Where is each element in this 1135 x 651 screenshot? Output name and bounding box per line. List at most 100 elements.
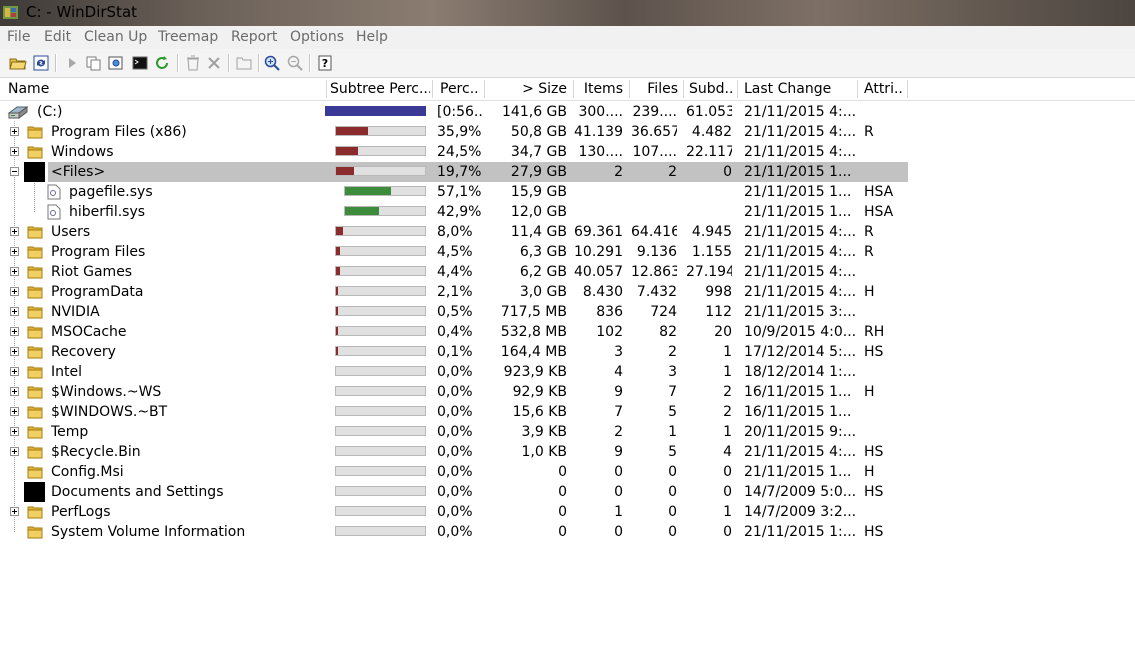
expand-button[interactable]: [10, 307, 19, 316]
expand-button[interactable]: [10, 387, 19, 396]
subdir-count: 998: [705, 284, 732, 300]
folder-icon: [27, 246, 43, 259]
tree-row[interactable]: ProgramData 2,1% 3,0 GB 8.430 7.432 998 21/11/…: [0, 282, 1135, 302]
expand-button[interactable]: [10, 227, 19, 236]
tree-row[interactable]: <Files> 19,7% 27,9 GB 2 2 0 21/11/2015 1...: [0, 162, 1135, 182]
expand-button[interactable]: [10, 147, 19, 156]
tree-row[interactable]: hiberfil.sys 42,9% 12,0 GB 21/11/2015 1... H…: [0, 202, 1135, 222]
item-count: 41.139: [574, 124, 623, 140]
tree-row[interactable]: $Windows.~WS 0,0% 92,9 KB 9 7 2 16/11/2015 1..…: [0, 382, 1135, 402]
open-icon[interactable]: [8, 53, 28, 73]
play-icon[interactable]: [62, 53, 82, 73]
expand-button[interactable]: [10, 347, 19, 356]
item-size: 532,8 MB: [500, 324, 567, 340]
column-divider[interactable]: [629, 80, 630, 98]
last-change: 18/12/2014 1:...: [744, 364, 856, 380]
zoom-out-icon[interactable]: [285, 53, 305, 73]
expand-button[interactable]: [10, 127, 19, 136]
column-subdirs[interactable]: Subd...: [689, 78, 733, 100]
menu-file[interactable]: File: [7, 29, 30, 45]
attributes: [864, 102, 906, 122]
item-size: 12,0 GB: [510, 204, 567, 220]
expand-button[interactable]: [10, 447, 19, 456]
last-change: 21/11/2015 1...: [744, 464, 852, 480]
tree-row[interactable]: Documents and Settings 0,0% 0 0 0 0 14/7/2009 …: [0, 482, 1135, 502]
tree-row[interactable]: System Volume Information 0,0% 0 0 0 0 21/11/2…: [0, 522, 1135, 542]
tree-row[interactable]: NVIDIA 0,5% 717,5 MB 836 724 112 21/11/2015 3:…: [0, 302, 1135, 322]
zoom-in-icon[interactable]: [262, 53, 282, 73]
column-name[interactable]: Name: [8, 78, 323, 100]
subtree-percentage-bar: [335, 246, 426, 256]
tree-row[interactable]: PerfLogs 0,0% 0 1 0 1 14/7/2009 3:2...: [0, 502, 1135, 522]
column-percent[interactable]: Perc...: [440, 78, 480, 100]
item-percent: 4,5%: [437, 244, 473, 260]
column-divider[interactable]: [432, 80, 433, 98]
attributes: [864, 362, 906, 382]
copy-icon[interactable]: [84, 53, 104, 73]
menu-options[interactable]: Options: [290, 29, 344, 45]
item-percent: 0,0%: [437, 404, 473, 420]
refresh-selected-icon[interactable]: [152, 53, 172, 73]
item-name: Documents and Settings: [51, 484, 224, 500]
tree-row[interactable]: pagefile.sys 57,1% 15,9 GB 21/11/2015 1... H…: [0, 182, 1135, 202]
attributes: [864, 302, 906, 322]
tree-row[interactable]: Program Files 4,5% 6,3 GB 10.291 9.136 1.155 2…: [0, 242, 1135, 262]
column-divider[interactable]: [683, 80, 684, 98]
folder-icon: [27, 426, 43, 439]
explorer-icon[interactable]: [106, 53, 126, 73]
expand-button[interactable]: [10, 247, 19, 256]
item-name: $Recycle.Bin: [51, 444, 141, 460]
svg-text:?: ?: [322, 57, 328, 70]
column-size[interactable]: > Size: [486, 78, 567, 100]
menu-report[interactable]: Report: [231, 29, 277, 45]
column-divider[interactable]: [326, 80, 327, 98]
column-subtree-percent[interactable]: Subtree Perc...: [330, 78, 430, 100]
subtree-percentage-fill: [336, 307, 338, 315]
item-count: 0: [614, 464, 623, 480]
tree-row[interactable]: Recovery 0,1% 164,4 MB 3 2 1 17/12/2014 5:... H…: [0, 342, 1135, 362]
expand-button[interactable]: [10, 407, 19, 416]
tree-row[interactable]: Temp 0,0% 3,9 KB 2 1 1 20/11/2015 9:...: [0, 422, 1135, 442]
help-icon[interactable]: ?: [315, 53, 335, 73]
tree-row[interactable]: Config.Msi 0,0% 0 0 0 0 21/11/2015 1... H: [0, 462, 1135, 482]
column-divider[interactable]: [737, 80, 738, 98]
column-divider[interactable]: [857, 80, 858, 98]
attributes: H: [864, 384, 875, 400]
column-attributes[interactable]: Attri...: [864, 78, 904, 100]
tree-row[interactable]: Windows 24,5% 34,7 GB 130.... 107.... 22.117 2…: [0, 142, 1135, 162]
refresh-icon[interactable]: [31, 53, 51, 73]
collapse-button[interactable]: [10, 167, 19, 176]
column-items[interactable]: Items: [574, 78, 623, 100]
new-folder-icon[interactable]: [234, 53, 254, 73]
subtree-percentage-fill: [336, 347, 338, 355]
tree-row[interactable]: Intel 0,0% 923,9 KB 4 3 1 18/12/2014 1:...: [0, 362, 1135, 382]
expand-button[interactable]: [10, 287, 19, 296]
tree-row[interactable]: (C:) [0:56... 141,6 GB 300.... 239.... 61.053…: [0, 102, 1135, 122]
tree-row[interactable]: $WINDOWS.~BT 0,0% 15,6 KB 7 5 2 16/11/2015 1..…: [0, 402, 1135, 422]
command-prompt-icon[interactable]: [130, 53, 150, 73]
menu-edit[interactable]: Edit: [44, 29, 71, 45]
last-change: 16/11/2015 1...: [744, 384, 852, 400]
menu-help[interactable]: Help: [356, 29, 388, 45]
expand-button[interactable]: [10, 507, 19, 516]
expand-button[interactable]: [10, 267, 19, 276]
menu-treemap[interactable]: Treemap: [158, 29, 218, 45]
tree-row[interactable]: MSOCache 0,4% 532,8 MB 102 82 20 10/9/2015 4:0…: [0, 322, 1135, 342]
tree-row[interactable]: Users 8,0% 11,4 GB 69.361 64.416 4.945 21/11/2…: [0, 222, 1135, 242]
subtree-percentage-bar: [335, 166, 426, 176]
tree-row[interactable]: Riot Games 4,4% 6,2 GB 40.057 12.863 27.194 21…: [0, 262, 1135, 282]
expand-button[interactable]: [10, 327, 19, 336]
menu-clean-up[interactable]: Clean Up: [84, 29, 147, 45]
tree-row[interactable]: $Recycle.Bin 0,0% 1,0 KB 9 5 4 21/11/2015 4:..…: [0, 442, 1135, 462]
toolbar-separator: [258, 54, 260, 72]
expand-button[interactable]: [10, 367, 19, 376]
recycle-icon[interactable]: [183, 53, 203, 73]
column-divider[interactable]: [484, 80, 485, 98]
delete-icon[interactable]: [204, 53, 224, 73]
column-files[interactable]: Files: [631, 78, 678, 100]
tree-row[interactable]: Program Files (x86) 35,9% 50,8 GB 41.139 36.…: [0, 122, 1135, 142]
expand-button[interactable]: [10, 427, 19, 436]
item-count: 9: [614, 444, 623, 460]
column-last-change[interactable]: Last Change: [744, 78, 854, 100]
column-divider[interactable]: [907, 80, 908, 98]
